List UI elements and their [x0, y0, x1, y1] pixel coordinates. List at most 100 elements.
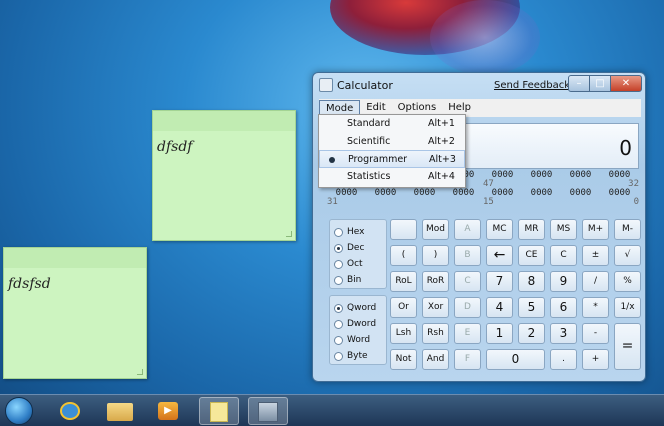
- mr-button[interactable]: MR: [518, 219, 545, 240]
- decimal-button[interactable]: .: [550, 349, 577, 370]
- note-text[interactable]: dfsdf: [153, 131, 295, 163]
- taskbar-sticky-notes[interactable]: [199, 397, 239, 425]
- radio-hex[interactable]: Hex: [334, 224, 382, 240]
- radio-label: Hex: [347, 227, 365, 237]
- radio-word[interactable]: Word: [334, 332, 382, 348]
- radio-bin[interactable]: Bin: [334, 272, 382, 288]
- bit-label: [522, 198, 561, 207]
- percent-button[interactable]: %: [614, 271, 641, 292]
- mod-button[interactable]: Mod: [422, 219, 449, 240]
- digit-9-button[interactable]: 9: [550, 271, 577, 292]
- mc-button[interactable]: MC: [486, 219, 513, 240]
- maximize-button[interactable]: □: [589, 75, 611, 92]
- digit-4-button[interactable]: 4: [486, 297, 513, 318]
- menu-item-label: Programmer: [348, 154, 408, 165]
- bit-group[interactable]: 0000: [366, 189, 405, 198]
- bit-group[interactable]: 0000: [522, 189, 561, 198]
- radio-dec[interactable]: Dec: [334, 240, 382, 256]
- and-button[interactable]: And: [422, 349, 449, 370]
- radio-label: Word: [347, 335, 371, 345]
- radio-oct[interactable]: Oct: [334, 256, 382, 272]
- subtract-button[interactable]: -: [582, 323, 609, 344]
- bit-group[interactable]: 0000: [522, 171, 561, 180]
- taskbar-calculator[interactable]: [248, 397, 288, 425]
- radio-label: Byte: [347, 351, 368, 361]
- menu-item-standard[interactable]: Standard Alt+1: [319, 115, 465, 133]
- divide-button[interactable]: /: [582, 271, 609, 292]
- note-titlebar[interactable]: [153, 111, 295, 131]
- sqrt-button[interactable]: √: [614, 245, 641, 266]
- backspace-button[interactable]: ←: [486, 245, 513, 266]
- plus-minus-button[interactable]: ±: [582, 245, 609, 266]
- lsh-button[interactable]: Lsh: [390, 323, 417, 344]
- bit-group[interactable]: 0000: [561, 171, 600, 180]
- digit-0-button[interactable]: 0: [486, 349, 545, 370]
- digit-3-button[interactable]: 3: [550, 323, 577, 344]
- taskbar-internet-explorer[interactable]: [50, 397, 90, 425]
- radio-label: Bin: [347, 275, 362, 285]
- base-radio-group: Hex Dec Oct Bin: [329, 219, 387, 289]
- digit-8-button[interactable]: 8: [518, 271, 545, 292]
- equals-button[interactable]: =: [614, 323, 641, 370]
- radio-byte[interactable]: Byte: [334, 348, 382, 364]
- menu-item-statistics[interactable]: Statistics Alt+4: [319, 168, 465, 186]
- hex-d-button[interactable]: D: [454, 297, 481, 318]
- ms-button[interactable]: MS: [550, 219, 577, 240]
- bit-label: 31: [327, 197, 338, 207]
- sticky-note[interactable]: fdsfsd: [3, 247, 147, 379]
- hex-c-button[interactable]: C: [454, 271, 481, 292]
- digit-7-button[interactable]: 7: [486, 271, 513, 292]
- minimize-button[interactable]: –: [568, 75, 590, 92]
- taskbar-media-player[interactable]: ▶: [148, 397, 188, 425]
- or-button[interactable]: Or: [390, 297, 417, 318]
- sticky-note[interactable]: dfsdf: [152, 110, 296, 241]
- calculator-icon: [258, 402, 278, 422]
- menu-item-programmer[interactable]: Programmer Alt+3: [319, 150, 465, 168]
- wallpaper-fish-fin: [430, 0, 540, 75]
- digit-2-button[interactable]: 2: [518, 323, 545, 344]
- media-player-icon: ▶: [158, 402, 178, 420]
- open-paren-button[interactable]: (: [390, 245, 417, 266]
- reciprocal-button[interactable]: 1/x: [614, 297, 641, 318]
- multiply-button[interactable]: *: [582, 297, 609, 318]
- blank-button[interactable]: [390, 219, 417, 240]
- radio-label: Dec: [347, 243, 365, 253]
- close-paren-button[interactable]: ): [422, 245, 449, 266]
- bit-label: [444, 198, 483, 207]
- selected-bullet-icon: [329, 157, 335, 163]
- xor-button[interactable]: Xor: [422, 297, 449, 318]
- hex-f-button[interactable]: F: [454, 349, 481, 370]
- not-button[interactable]: Not: [390, 349, 417, 370]
- ce-button[interactable]: CE: [518, 245, 545, 266]
- digit-6-button[interactable]: 6: [550, 297, 577, 318]
- digit-5-button[interactable]: 5: [518, 297, 545, 318]
- digit-1-button[interactable]: 1: [486, 323, 513, 344]
- bit-group[interactable]: 0000: [561, 189, 600, 198]
- hex-a-button[interactable]: A: [454, 219, 481, 240]
- hex-b-button[interactable]: B: [454, 245, 481, 266]
- rol-button[interactable]: RoL: [390, 271, 417, 292]
- start-button[interactable]: [5, 397, 33, 425]
- m-minus-button[interactable]: M-: [614, 219, 641, 240]
- taskbar-explorer[interactable]: [100, 397, 140, 425]
- radio-qword[interactable]: Qword: [334, 300, 382, 316]
- title-bar[interactable]: Calculator Send Feedback – □ ✕: [313, 73, 645, 99]
- radio-icon: [334, 351, 343, 361]
- hex-e-button[interactable]: E: [454, 323, 481, 344]
- rsh-button[interactable]: Rsh: [422, 323, 449, 344]
- c-button[interactable]: C: [550, 245, 577, 266]
- radio-dword[interactable]: Dword: [334, 316, 382, 332]
- resize-grip-icon[interactable]: [137, 369, 143, 375]
- note-text[interactable]: fdsfsd: [4, 268, 146, 300]
- add-button[interactable]: +: [582, 349, 609, 370]
- m-plus-button[interactable]: M+: [582, 219, 609, 240]
- close-button[interactable]: ✕: [610, 75, 642, 92]
- send-feedback-link[interactable]: Send Feedback: [494, 80, 570, 91]
- resize-grip-icon[interactable]: [286, 231, 292, 237]
- menu-item-scientific[interactable]: Scientific Alt+2: [319, 133, 465, 151]
- ror-button[interactable]: RoR: [422, 271, 449, 292]
- bit-group[interactable]: 0000: [405, 189, 444, 198]
- bit-group[interactable]: 0000: [444, 189, 483, 198]
- result-display: 0: [463, 123, 639, 169]
- note-titlebar[interactable]: [4, 248, 146, 268]
